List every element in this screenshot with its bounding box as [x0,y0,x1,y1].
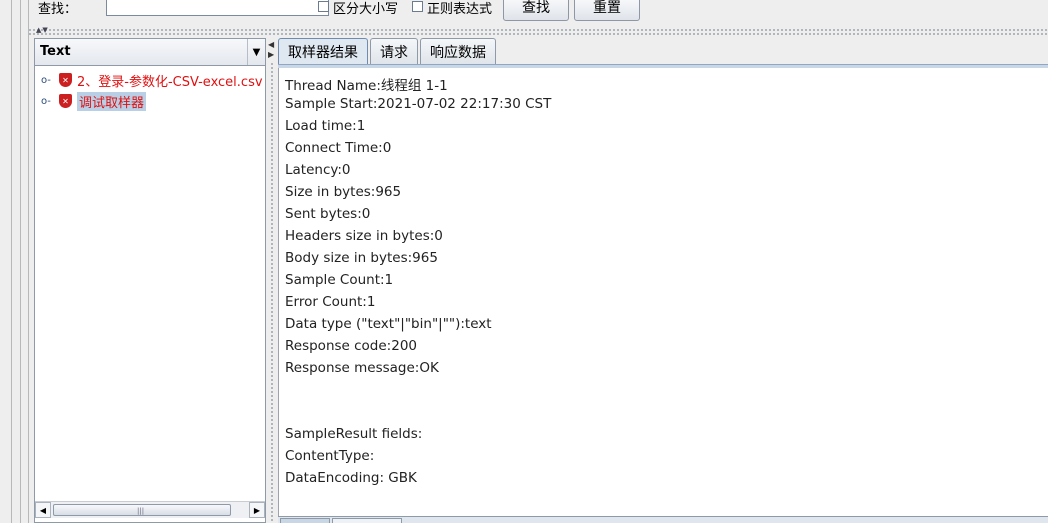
scroll-right-icon[interactable]: ▶ [249,502,265,518]
split-left-icon[interactable]: ◀ [268,40,274,49]
case-sensitive-checkbox[interactable]: 区分大小写 [318,0,399,17]
search-bar: 查找： 区分大小写 正则表达式 查找 重置 [22,0,1048,24]
result-tabs: 取样器结果 请求 响应数据 [278,38,498,64]
result-line: Thread Name:线程组 1-1 [285,78,448,94]
chevron-down-icon[interactable]: ▼ [247,39,265,65]
scroll-left-icon[interactable]: ◀ [35,502,51,518]
tree-handle-icon[interactable]: o- [41,75,53,86]
tree-item-label: 调试取样器 [77,91,147,111]
error-shield-icon: ✕ [59,73,72,87]
reset-button[interactable]: 重置 [574,0,640,21]
result-line: Headers size in bytes:0 [285,228,443,244]
bottom-tab[interactable] [332,518,402,523]
window-edge [11,0,12,523]
tab-sampler-result[interactable]: 取样器结果 [278,38,368,64]
split-right-icon[interactable]: ▶ [268,50,274,59]
result-line: Error Count:1 [285,294,376,310]
regex-label: 正则表达式 [427,1,493,17]
case-sensitive-label: 区分大小写 [333,1,399,17]
result-line: DataEncoding: GBK [285,470,417,486]
tree-item[interactable]: o- ✕ 2、登录-参数化-CSV-excel.csv [41,71,263,90]
horizontal-scrollbar[interactable]: ◀ ||| ▶ [35,501,265,518]
bottom-tab[interactable] [280,518,330,523]
checkbox-box[interactable] [412,0,423,12]
result-line: Response message:OK [285,360,439,376]
bottom-tab-strip [278,516,1048,523]
window-edge [20,0,21,523]
result-line: Sample Start:2021-07-02 22:17:30 CST [285,96,552,112]
sample-tree: o- ✕ 2、登录-参数化-CSV-excel.csv o- ✕ 调试取样器 [35,69,265,499]
result-line: Latency:0 [285,162,351,178]
result-line: Data type ("text"|"bin"|""):text [285,316,492,332]
sampler-result-text[interactable]: Thread Name:线程组 1-1 Sample Start:2021-07… [278,68,1048,516]
result-line: SampleResult fields: [285,426,423,442]
result-line: Sample Count:1 [285,272,394,288]
split-divider[interactable] [28,27,1048,35]
result-line: Body size in bytes:965 [285,250,438,266]
find-button[interactable]: 查找 [503,0,569,21]
result-tree-panel: Text ▼ o- ✕ 2、登录-参数化-CSV-excel.csv o- ✕ … [34,38,266,523]
result-line: Sent bytes:0 [285,206,371,222]
scrollbar-thumb[interactable]: ||| [53,504,231,516]
renderer-select[interactable]: Text ▼ [35,39,265,66]
grip-icon: ||| [137,507,145,515]
tree-item-label: 2、登录-参数化-CSV-excel.csv [77,74,263,90]
search-label: 查找： [38,2,78,17]
result-line: Size in bytes:965 [285,184,402,200]
tab-request[interactable]: 请求 [370,38,418,64]
jmeter-view-results-tree: 查找： 区分大小写 正则表达式 查找 重置 ▲▼ Text ▼ o- ✕ 2、登… [0,0,1048,523]
result-line: ContentType: [285,448,375,464]
result-line: Connect Time:0 [285,140,392,156]
collapse-arrows-icon[interactable]: ▲▼ [36,26,49,34]
window-edge [28,0,29,523]
search-input[interactable] [106,0,329,16]
checkbox-box[interactable] [318,0,329,12]
error-shield-icon: ✕ [59,94,72,108]
tab-response-data[interactable]: 响应数据 [420,38,496,64]
result-line: Load time:1 [285,118,366,134]
regex-checkbox[interactable]: 正则表达式 [412,0,493,17]
result-line: Response code:200 [285,338,418,354]
splitter-grip[interactable] [270,62,274,523]
renderer-selected-value: Text [40,44,71,59]
tree-item[interactable]: o- ✕ 调试取样器 [41,91,147,111]
tree-handle-icon[interactable]: o- [41,96,53,107]
